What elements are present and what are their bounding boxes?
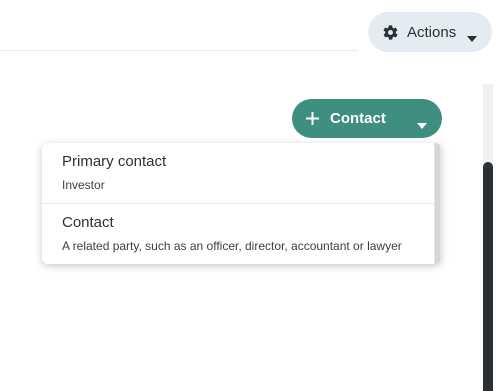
- add-contact-button[interactable]: Contact: [292, 99, 442, 138]
- actions-button[interactable]: Actions: [368, 12, 492, 52]
- page-scrollbar-thumb[interactable]: [483, 162, 493, 391]
- add-contact-main[interactable]: Contact: [292, 99, 402, 138]
- actions-label: Actions: [407, 23, 457, 41]
- dropdown-scrollbar-thumb[interactable]: [435, 143, 440, 264]
- caret-down-icon: [467, 29, 478, 42]
- dropdown-item-description: A related party, such as an officer, dir…: [62, 239, 402, 253]
- gear-icon: [382, 24, 399, 41]
- add-contact-dropdown-toggle[interactable]: [402, 99, 442, 138]
- dropdown-scrollbar[interactable]: [434, 143, 441, 264]
- dropdown-item-title: Contact: [62, 214, 114, 231]
- header-divider: [0, 50, 358, 51]
- dropdown-item-contact[interactable]: Contact A related party, such as an offi…: [42, 204, 434, 264]
- add-contact-label: Contact: [330, 110, 386, 127]
- dropdown-item-description: Investor: [62, 178, 105, 192]
- caret-down-icon: [417, 116, 427, 129]
- contact-type-dropdown: Primary contact Investor Contact A relat…: [42, 143, 441, 264]
- dropdown-item-title: Primary contact: [62, 153, 167, 170]
- dropdown-item-primary-contact[interactable]: Primary contact Investor: [42, 143, 434, 203]
- plus-icon: [306, 112, 319, 125]
